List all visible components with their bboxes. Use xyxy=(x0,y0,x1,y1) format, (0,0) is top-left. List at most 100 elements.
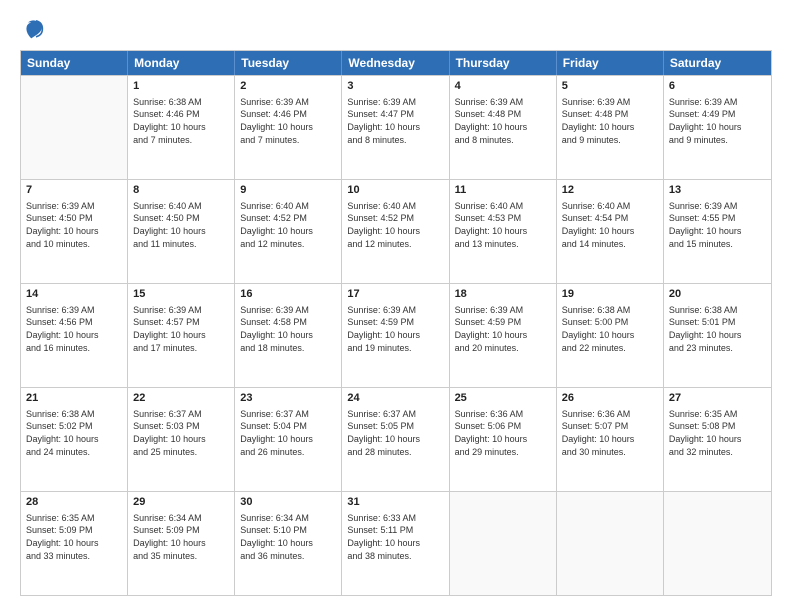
day-number: 28 xyxy=(26,495,122,510)
day-info: Sunrise: 6:37 AM Sunset: 5:03 PM Dayligh… xyxy=(133,408,229,458)
cal-cell-empty-4-4 xyxy=(450,492,557,595)
day-number: 6 xyxy=(669,79,766,94)
header-cell-sunday: Sunday xyxy=(21,51,128,75)
cal-cell-16: 16Sunrise: 6:39 AM Sunset: 4:58 PM Dayli… xyxy=(235,284,342,387)
day-number: 12 xyxy=(562,183,658,198)
day-info: Sunrise: 6:38 AM Sunset: 5:02 PM Dayligh… xyxy=(26,408,122,458)
header-cell-tuesday: Tuesday xyxy=(235,51,342,75)
day-info: Sunrise: 6:37 AM Sunset: 5:05 PM Dayligh… xyxy=(347,408,443,458)
page: SundayMondayTuesdayWednesdayThursdayFrid… xyxy=(0,0,792,612)
day-info: Sunrise: 6:34 AM Sunset: 5:10 PM Dayligh… xyxy=(240,512,336,562)
week-row-1: 1 Sunrise: 6:38 AM Sunset: 4:46 PM Daylig… xyxy=(21,75,771,179)
day-info: Sunrise: 6:40 AM Sunset: 4:52 PM Dayligh… xyxy=(240,200,336,250)
day-info: Sunrise: 6:38 AM Sunset: 4:46 PM Dayligh… xyxy=(133,96,229,146)
week-row-4: 21 Sunrise: 6:38 AM Sunset: 5:02 PM Dayli… xyxy=(21,387,771,491)
day-info: Sunrise: 6:39 AM Sunset: 4:56 PM Dayligh… xyxy=(26,304,122,354)
day-info: Sunrise: 6:40 AM Sunset: 4:50 PM Dayligh… xyxy=(133,200,229,250)
cal-cell-3: 3 Sunrise: 6:39 AM Sunset: 4:47 PM Daylig… xyxy=(342,76,449,179)
day-info: Sunrise: 6:36 AM Sunset: 5:06 PM Dayligh… xyxy=(455,408,551,458)
calendar-header-row: SundayMondayTuesdayWednesdayThursdayFrid… xyxy=(21,51,771,75)
cal-cell-18: 18Sunrise: 6:39 AM Sunset: 4:59 PM Dayli… xyxy=(450,284,557,387)
day-number: 17 xyxy=(347,287,443,302)
cal-cell-28: 28Sunrise: 6:35 AM Sunset: 5:09 PM Dayli… xyxy=(21,492,128,595)
day-info: Sunrise: 6:39 AM Sunset: 4:46 PM Dayligh… xyxy=(240,96,336,146)
day-info: Sunrise: 6:35 AM Sunset: 5:08 PM Dayligh… xyxy=(669,408,766,458)
header-cell-saturday: Saturday xyxy=(664,51,771,75)
day-info: Sunrise: 6:38 AM Sunset: 5:01 PM Dayligh… xyxy=(669,304,766,354)
day-number: 21 xyxy=(26,391,122,406)
day-number: 22 xyxy=(133,391,229,406)
cal-cell-1: 1 Sunrise: 6:38 AM Sunset: 4:46 PM Daylig… xyxy=(128,76,235,179)
week-row-3: 14 Sunrise: 6:39 AM Sunset: 4:56 PM Dayli… xyxy=(21,283,771,387)
cal-cell-empty-4-5 xyxy=(557,492,664,595)
day-info: Sunrise: 6:39 AM Sunset: 4:47 PM Dayligh… xyxy=(347,96,443,146)
day-number: 19 xyxy=(562,287,658,302)
calendar: SundayMondayTuesdayWednesdayThursdayFrid… xyxy=(20,50,772,596)
week-row-5: 28Sunrise: 6:35 AM Sunset: 5:09 PM Dayli… xyxy=(21,491,771,595)
day-info: Sunrise: 6:39 AM Sunset: 4:59 PM Dayligh… xyxy=(455,304,551,354)
day-number: 14 xyxy=(26,287,122,302)
calendar-body: 1 Sunrise: 6:38 AM Sunset: 4:46 PM Daylig… xyxy=(21,75,771,595)
cal-cell-9: 9 Sunrise: 6:40 AM Sunset: 4:52 PM Daylig… xyxy=(235,180,342,283)
day-info: Sunrise: 6:39 AM Sunset: 4:49 PM Dayligh… xyxy=(669,96,766,146)
header-cell-friday: Friday xyxy=(557,51,664,75)
cal-cell-25: 25Sunrise: 6:36 AM Sunset: 5:06 PM Dayli… xyxy=(450,388,557,491)
day-number: 9 xyxy=(240,183,336,198)
cal-cell-31: 31Sunrise: 6:33 AM Sunset: 5:11 PM Dayli… xyxy=(342,492,449,595)
cal-cell-7: 7 Sunrise: 6:39 AM Sunset: 4:50 PM Daylig… xyxy=(21,180,128,283)
day-number: 1 xyxy=(133,79,229,94)
day-number: 13 xyxy=(669,183,766,198)
logo-icon xyxy=(20,16,44,40)
day-info: Sunrise: 6:39 AM Sunset: 4:48 PM Dayligh… xyxy=(455,96,551,146)
day-info: Sunrise: 6:40 AM Sunset: 4:53 PM Dayligh… xyxy=(455,200,551,250)
cal-cell-24: 24 Sunrise: 6:37 AM Sunset: 5:05 PM Dayli… xyxy=(342,388,449,491)
day-info: Sunrise: 6:38 AM Sunset: 5:00 PM Dayligh… xyxy=(562,304,658,354)
day-number: 10 xyxy=(347,183,443,198)
cal-cell-20: 20Sunrise: 6:38 AM Sunset: 5:01 PM Dayli… xyxy=(664,284,771,387)
cal-cell-2: 2 Sunrise: 6:39 AM Sunset: 4:46 PM Daylig… xyxy=(235,76,342,179)
day-info: Sunrise: 6:39 AM Sunset: 4:48 PM Dayligh… xyxy=(562,96,658,146)
cal-cell-17: 17Sunrise: 6:39 AM Sunset: 4:59 PM Dayli… xyxy=(342,284,449,387)
day-number: 7 xyxy=(26,183,122,198)
cal-cell-11: 11 Sunrise: 6:40 AM Sunset: 4:53 PM Dayli… xyxy=(450,180,557,283)
header-cell-monday: Monday xyxy=(128,51,235,75)
day-info: Sunrise: 6:39 AM Sunset: 4:50 PM Dayligh… xyxy=(26,200,122,250)
cal-cell-13: 13 Sunrise: 6:39 AM Sunset: 4:55 PM Dayli… xyxy=(664,180,771,283)
cal-cell-10: 10 Sunrise: 6:40 AM Sunset: 4:52 PM Dayli… xyxy=(342,180,449,283)
day-number: 23 xyxy=(240,391,336,406)
logo xyxy=(20,16,48,40)
day-number: 26 xyxy=(562,391,658,406)
cal-cell-5: 5 Sunrise: 6:39 AM Sunset: 4:48 PM Daylig… xyxy=(557,76,664,179)
header-cell-thursday: Thursday xyxy=(450,51,557,75)
cal-cell-23: 23 Sunrise: 6:37 AM Sunset: 5:04 PM Dayli… xyxy=(235,388,342,491)
day-info: Sunrise: 6:39 AM Sunset: 4:58 PM Dayligh… xyxy=(240,304,336,354)
day-number: 4 xyxy=(455,79,551,94)
day-info: Sunrise: 6:39 AM Sunset: 4:55 PM Dayligh… xyxy=(669,200,766,250)
day-info: Sunrise: 6:36 AM Sunset: 5:07 PM Dayligh… xyxy=(562,408,658,458)
cal-cell-14: 14 Sunrise: 6:39 AM Sunset: 4:56 PM Dayli… xyxy=(21,284,128,387)
day-info: Sunrise: 6:40 AM Sunset: 4:52 PM Dayligh… xyxy=(347,200,443,250)
cal-cell-15: 15Sunrise: 6:39 AM Sunset: 4:57 PM Dayli… xyxy=(128,284,235,387)
day-number: 5 xyxy=(562,79,658,94)
cal-cell-27: 27Sunrise: 6:35 AM Sunset: 5:08 PM Dayli… xyxy=(664,388,771,491)
day-number: 3 xyxy=(347,79,443,94)
cal-cell-empty-4-6 xyxy=(664,492,771,595)
cal-cell-22: 22 Sunrise: 6:37 AM Sunset: 5:03 PM Dayli… xyxy=(128,388,235,491)
cal-cell-6: 6 Sunrise: 6:39 AM Sunset: 4:49 PM Daylig… xyxy=(664,76,771,179)
day-number: 2 xyxy=(240,79,336,94)
cal-cell-29: 29 Sunrise: 6:34 AM Sunset: 5:09 PM Dayli… xyxy=(128,492,235,595)
day-info: Sunrise: 6:34 AM Sunset: 5:09 PM Dayligh… xyxy=(133,512,229,562)
day-number: 11 xyxy=(455,183,551,198)
cal-cell-empty-0-0 xyxy=(21,76,128,179)
week-row-2: 7 Sunrise: 6:39 AM Sunset: 4:50 PM Daylig… xyxy=(21,179,771,283)
header-cell-wednesday: Wednesday xyxy=(342,51,449,75)
day-number: 15 xyxy=(133,287,229,302)
day-info: Sunrise: 6:37 AM Sunset: 5:04 PM Dayligh… xyxy=(240,408,336,458)
day-info: Sunrise: 6:33 AM Sunset: 5:11 PM Dayligh… xyxy=(347,512,443,562)
cal-cell-30: 30Sunrise: 6:34 AM Sunset: 5:10 PM Dayli… xyxy=(235,492,342,595)
day-number: 24 xyxy=(347,391,443,406)
cal-cell-19: 19 Sunrise: 6:38 AM Sunset: 5:00 PM Dayli… xyxy=(557,284,664,387)
day-number: 29 xyxy=(133,495,229,510)
cal-cell-8: 8Sunrise: 6:40 AM Sunset: 4:50 PM Daylig… xyxy=(128,180,235,283)
cal-cell-4: 4 Sunrise: 6:39 AM Sunset: 4:48 PM Daylig… xyxy=(450,76,557,179)
